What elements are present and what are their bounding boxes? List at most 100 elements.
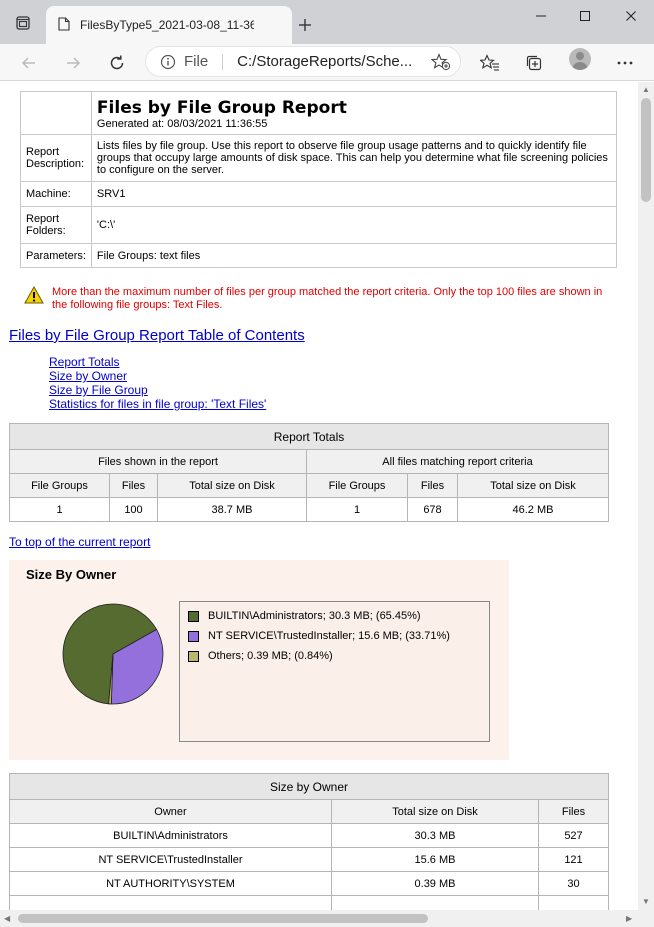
tab-bar: FilesByType5_2021-03-08_11-36- (0, 0, 654, 44)
machine-label: Machine: (20, 181, 92, 207)
totals-column-header: Total size on Disk (457, 473, 609, 498)
legend-swatch (188, 630, 199, 642)
address-divider (222, 53, 224, 70)
new-tab-button[interactable] (294, 14, 316, 36)
address-url[interactable]: C:/StorageReports/Sche... (237, 53, 423, 70)
profile-avatar-icon[interactable] (569, 48, 591, 70)
toc-title-link[interactable]: Files by File Group Report Table of Cont… (9, 327, 305, 344)
owner-files-cell: 30 (538, 871, 609, 896)
totals-cell: 100 (109, 497, 158, 522)
pie-chart (62, 603, 164, 705)
table-row: BUILTIN\Administrators 30.3 MB 527 (9, 823, 609, 848)
info-icon[interactable] (160, 54, 176, 70)
totals-cell: 678 (407, 497, 458, 522)
totals-group-shown: Files shown in the report (9, 449, 307, 474)
totals-group-all: All files matching report criteria (306, 449, 609, 474)
top-of-report-link[interactable]: To top of the current report (9, 535, 150, 549)
totals-column-header: Files (407, 473, 458, 498)
parameters-label: Parameters: (20, 243, 92, 268)
more-options-icon[interactable] (612, 50, 638, 76)
scrollbar-corner (638, 910, 654, 927)
add-favorite-icon[interactable] (431, 52, 451, 71)
toc-link-size-by-file-group[interactable]: Size by File Group (49, 383, 266, 397)
legend-item: Others; 0.39 MB; (0.84%) (188, 650, 489, 662)
vertical-scrollbar[interactable]: ▲ ▼ (638, 82, 654, 910)
warning-text: More than the maximum number of files pe… (52, 286, 603, 311)
refresh-icon[interactable] (104, 50, 130, 76)
table-row (9, 895, 609, 910)
report-title-cell: Files by File Group Report Generated at:… (90, 91, 618, 135)
page-content: Files by File Group Report Generated at:… (0, 82, 638, 910)
folders-value: 'C:\' (90, 206, 618, 244)
collections-icon[interactable] (521, 50, 547, 76)
page-document-icon (58, 16, 70, 34)
owner-column-header: Total size on Disk (331, 799, 539, 824)
totals-column-header: Total size on Disk (157, 473, 307, 498)
tab-actions-icon[interactable] (14, 14, 32, 32)
scroll-up-icon[interactable]: ▲ (642, 85, 650, 94)
forward-icon[interactable] (60, 50, 86, 76)
header-blank-cell (20, 91, 92, 135)
chart-title: Size By Owner (26, 567, 117, 582)
totals-column-header: File Groups (306, 473, 408, 498)
legend-item: BUILTIN\Administrators; 30.3 MB; (65.45%… (188, 610, 489, 622)
totals-column-header: Files (109, 473, 158, 498)
horizontal-scroll-thumb[interactable] (18, 914, 428, 923)
toc-link-report-totals[interactable]: Report Totals (49, 355, 266, 369)
machine-value: SRV1 (90, 181, 618, 207)
table-row: NT SERVICE\TrustedInstaller 15.6 MB 121 (9, 847, 609, 872)
size-by-owner-chart: Size By Owner BUILTIN\Administrators; 30… (9, 560, 509, 760)
report-title: Files by File Group Report (96, 98, 347, 118)
owner-column-header: Files (538, 799, 609, 824)
horizontal-scrollbar[interactable]: ◀ ▶ (0, 910, 638, 927)
toc-link-size-by-owner[interactable]: Size by Owner (49, 369, 266, 383)
legend-swatch (188, 610, 199, 622)
owner-size-cell (331, 895, 539, 910)
table-row: NT AUTHORITY\SYSTEM 0.39 MB 30 (9, 871, 609, 896)
legend-item: NT SERVICE\TrustedInstaller; 15.6 MB; (3… (188, 630, 489, 642)
owner-size-cell: 15.6 MB (331, 847, 539, 872)
owner-size-cell: 30.3 MB (331, 823, 539, 848)
scroll-right-icon[interactable]: ▶ (626, 914, 632, 923)
browser-tab[interactable]: FilesByType5_2021-03-08_11-36- (46, 6, 292, 44)
legend-label: BUILTIN\Administrators; 30.3 MB; (65.45%… (208, 610, 421, 622)
owner-files-cell: 121 (538, 847, 609, 872)
maximize-icon[interactable] (570, 6, 600, 26)
folders-label: Report Folders: (20, 206, 92, 244)
back-icon[interactable] (16, 50, 42, 76)
address-bar[interactable]: File C:/StorageReports/Sche... (145, 46, 461, 77)
legend-label: NT SERVICE\TrustedInstaller; 15.6 MB; (3… (208, 630, 450, 642)
chart-legend: BUILTIN\Administrators; 30.3 MB; (65.45%… (179, 601, 490, 742)
minimize-icon[interactable] (526, 6, 556, 26)
scroll-down-icon[interactable]: ▼ (642, 897, 650, 906)
legend-swatch (188, 650, 199, 662)
totals-cell: 1 (306, 497, 408, 522)
toc-links: Report Totals Size by Owner Size by File… (49, 355, 266, 411)
description-value: Lists files by file group. Use this repo… (90, 134, 618, 182)
owner-cell: NT SERVICE\TrustedInstaller (9, 847, 332, 872)
legend-label: Others; 0.39 MB; (0.84%) (208, 650, 333, 662)
size-by-owner-table: Size by Owner Owner Total size on Disk F… (9, 773, 609, 910)
totals-column-header: File Groups (9, 473, 110, 498)
vertical-scroll-thumb[interactable] (641, 98, 651, 202)
totals-cell: 38.7 MB (157, 497, 307, 522)
description-label: Report Description: (20, 134, 92, 182)
toc-link-file-group-statistics[interactable]: Statistics for files in file group: 'Tex… (49, 397, 266, 411)
totals-caption: Report Totals (9, 423, 609, 450)
report-totals-table: Report Totals Files shown in the report … (9, 423, 609, 522)
address-scheme: File (184, 53, 209, 70)
favorites-icon[interactable] (477, 50, 503, 76)
browser-toolbar: File C:/StorageReports/Sche... (0, 44, 654, 81)
warning-icon (24, 285, 44, 312)
scroll-left-icon[interactable]: ◀ (4, 914, 10, 923)
totals-cell: 46.2 MB (457, 497, 609, 522)
report-header-table: Files by File Group Report Generated at:… (20, 91, 618, 268)
owner-cell: BUILTIN\Administrators (9, 823, 332, 848)
close-window-icon[interactable] (616, 6, 646, 26)
owner-files-cell: 527 (538, 823, 609, 848)
tab-title: FilesByType5_2021-03-08_11-36- (80, 18, 254, 32)
totals-cell: 1 (9, 497, 110, 522)
owner-cell (9, 895, 332, 910)
generated-timestamp: Generated at: 08/03/2021 11:36:55 (96, 118, 268, 130)
owner-files-cell (538, 895, 609, 910)
